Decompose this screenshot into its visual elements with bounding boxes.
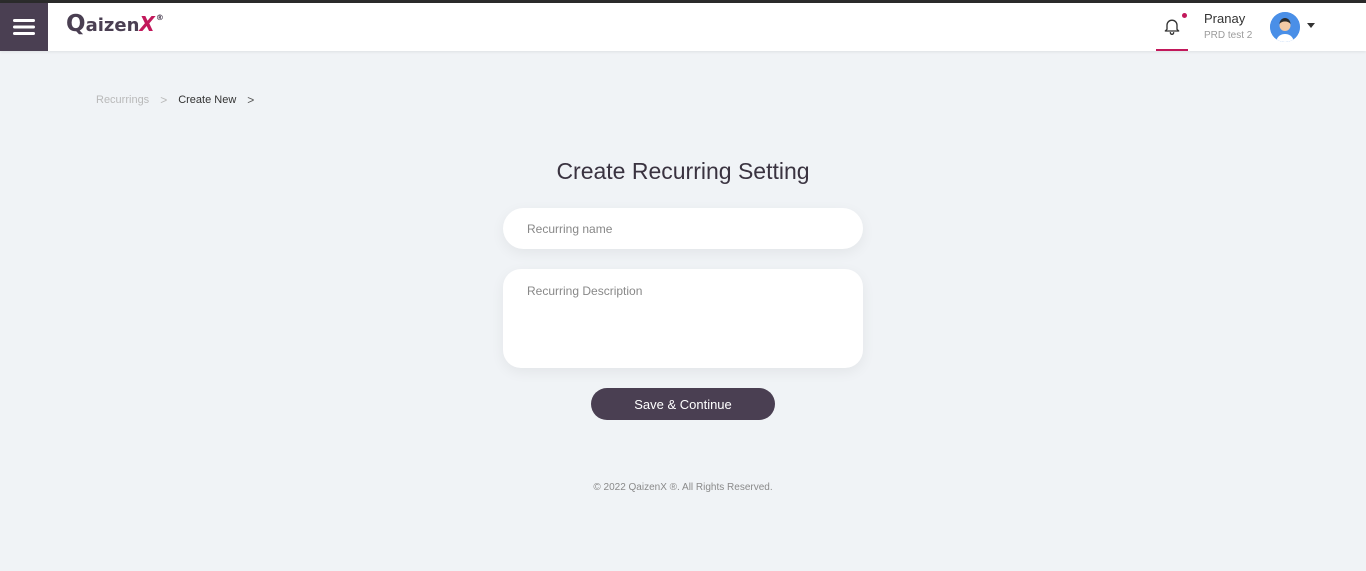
bell-icon — [1164, 19, 1180, 35]
footer-copyright: © 2022 QaizenX ®. All Rights Reserved. — [593, 482, 773, 493]
app-logo[interactable]: Q aizen X ® — [66, 11, 164, 43]
breadcrumb-create-new: Create New — [178, 94, 237, 106]
notification-dot — [1182, 13, 1187, 18]
user-subtitle: PRD test 2 — [1204, 30, 1253, 41]
top-header: Q aizen X ® Pranay PRD test 2 — [0, 3, 1366, 51]
save-continue-button[interactable]: Save & Continue — [591, 388, 775, 420]
page-title: Create Recurring Setting — [556, 158, 810, 184]
breadcrumb-recurrings[interactable]: Recurrings — [96, 94, 149, 106]
recurring-name-input[interactable] — [503, 208, 863, 249]
user-name: Pranay — [1204, 11, 1246, 26]
notifications-button[interactable] — [1156, 3, 1188, 51]
breadcrumb-separator: > — [247, 93, 255, 107]
hamburger-menu-button[interactable] — [0, 3, 48, 51]
breadcrumb: Recurrings > Create New > — [96, 93, 265, 107]
caret-down-icon[interactable] — [1307, 23, 1315, 28]
recurring-description-input[interactable] — [503, 269, 863, 368]
user-avatar-icon — [1270, 12, 1300, 42]
breadcrumb-separator: > — [160, 93, 168, 107]
user-avatar[interactable] — [1270, 12, 1300, 42]
hamburger-menu-icon — [13, 19, 35, 35]
